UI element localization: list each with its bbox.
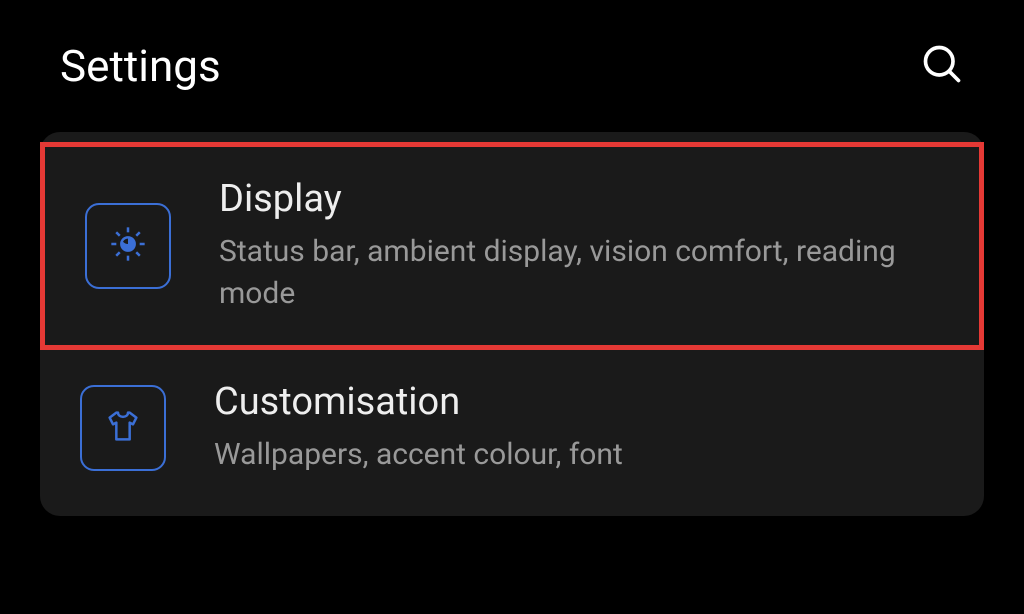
- icon-box: [85, 203, 171, 289]
- tshirt-icon: [103, 406, 143, 450]
- item-text: Customisation Wallpapers, accent colour,…: [214, 380, 944, 476]
- brightness-icon: [108, 224, 148, 268]
- header: Settings: [0, 0, 1024, 122]
- page-title: Settings: [60, 40, 221, 92]
- settings-list: Display Status bar, ambient display, vis…: [40, 132, 984, 516]
- settings-item-customisation[interactable]: Customisation Wallpapers, accent colour,…: [40, 350, 984, 506]
- search-icon[interactable]: [920, 42, 964, 90]
- item-text: Display Status bar, ambient display, vis…: [219, 177, 939, 315]
- settings-item-display[interactable]: Display Status bar, ambient display, vis…: [40, 142, 984, 350]
- item-description: Wallpapers, accent colour, font: [214, 434, 944, 476]
- item-title: Customisation: [214, 380, 944, 424]
- item-description: Status bar, ambient display, vision comf…: [219, 231, 939, 315]
- item-title: Display: [219, 177, 939, 221]
- icon-box: [80, 385, 166, 471]
